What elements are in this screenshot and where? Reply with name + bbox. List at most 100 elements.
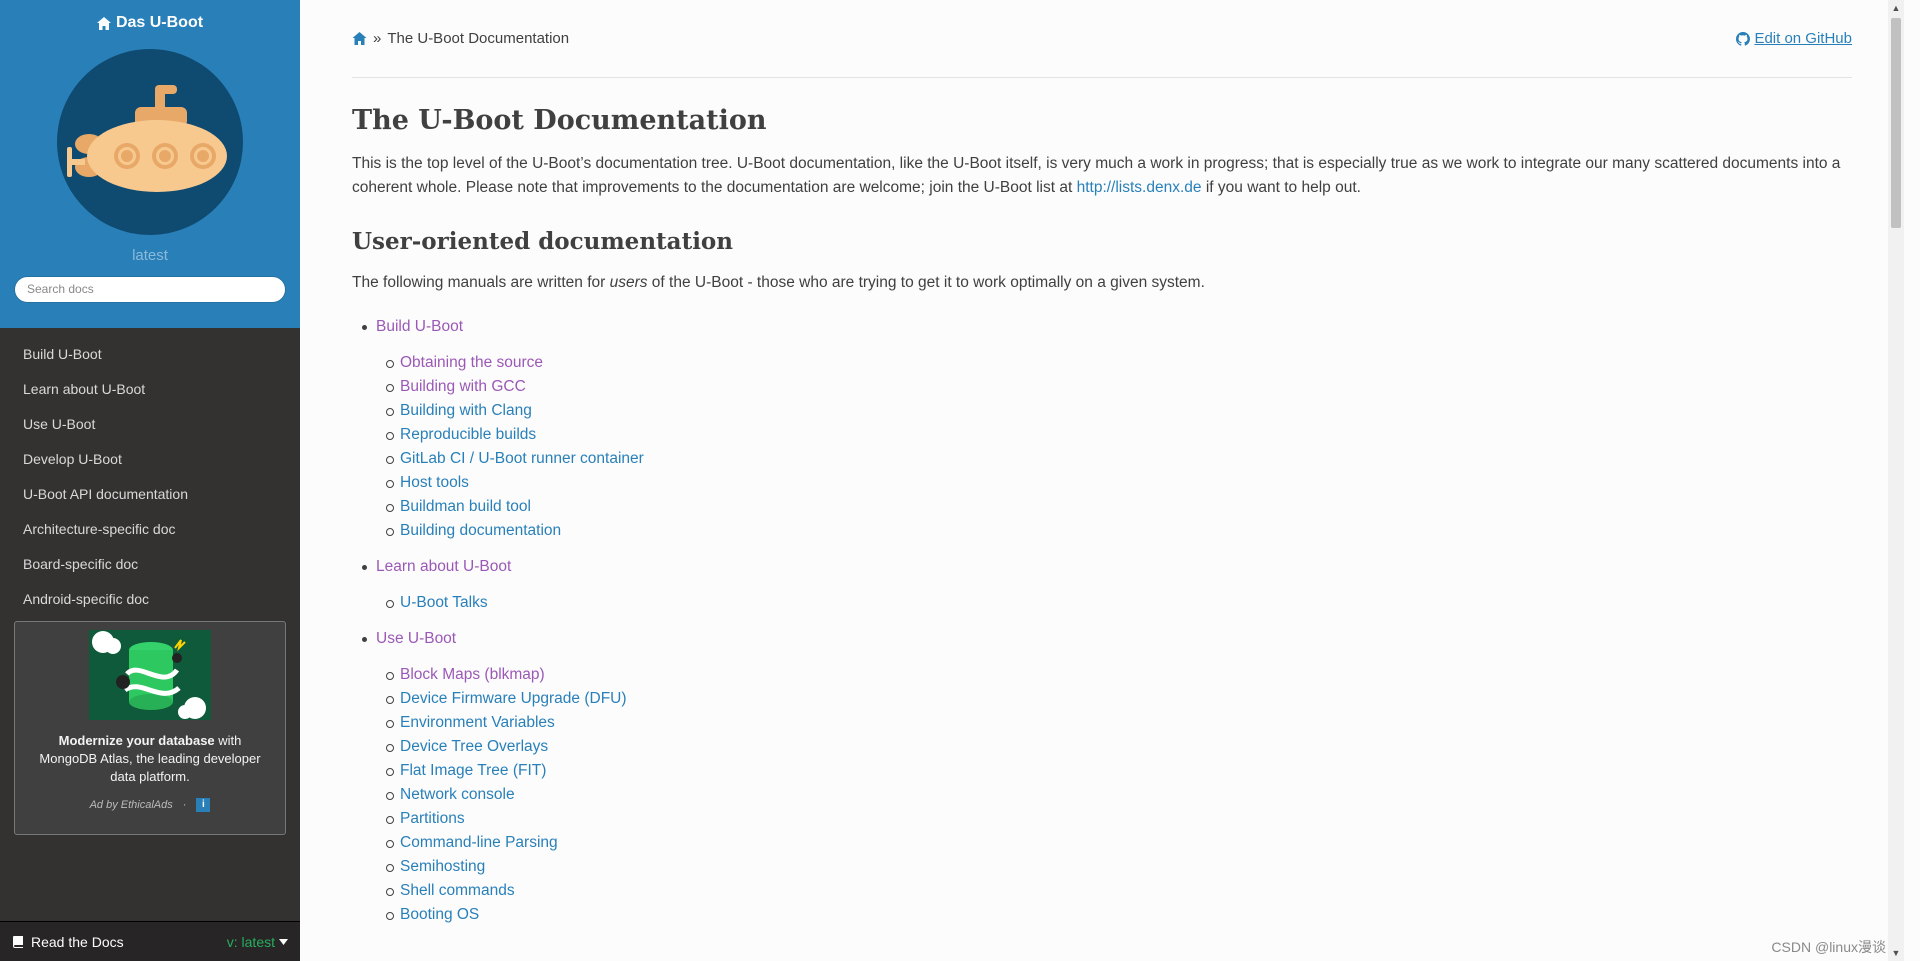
project-title-link[interactable]: Das U-Boot bbox=[96, 14, 203, 32]
toc-subitem-link[interactable]: Device Tree Overlays bbox=[400, 738, 548, 755]
sidebar-header: Das U-Boot latest Search docs bbox=[0, 0, 300, 328]
ad-separator: · bbox=[182, 799, 187, 811]
toc-subitem-link[interactable]: Obtaining the source bbox=[400, 354, 543, 371]
toc-section-link[interactable]: Build U-Boot bbox=[376, 315, 1852, 339]
breadcrumb-separator: » bbox=[373, 30, 382, 47]
section-text-1: The following manuals are written for bbox=[352, 274, 610, 291]
toc-subitem: Building with GCC bbox=[376, 375, 1852, 399]
rtd-version: v: latest bbox=[226, 933, 275, 950]
breadcrumb-trail: » The U-Boot Documentation bbox=[352, 30, 569, 47]
toc-sublist: Block Maps (blkmap) Device Firmware Upgra… bbox=[376, 663, 1852, 927]
main-content: » The U-Boot Documentation Edit on GitHu… bbox=[300, 0, 1904, 961]
intro-text-2: if you want to help out. bbox=[1201, 179, 1361, 196]
breadcrumb-home-icon[interactable] bbox=[352, 32, 367, 45]
toc-subitem-link[interactable]: Shell commands bbox=[400, 882, 515, 899]
toc-sublist: Obtaining the source Building with GCC Bui… bbox=[376, 351, 1852, 543]
sidebar-nav-item[interactable]: Develop U-Boot bbox=[0, 447, 300, 471]
mailing-list-link[interactable]: http://lists.denx.de bbox=[1077, 179, 1202, 196]
search-input[interactable] bbox=[14, 275, 286, 303]
section-emphasis: users bbox=[609, 274, 648, 291]
edit-on-github-label: Edit on GitHub bbox=[1754, 30, 1852, 47]
sidebar-nav-item[interactable]: Use U-Boot bbox=[0, 412, 300, 436]
edit-on-github-link[interactable]: Edit on GitHub bbox=[1736, 30, 1852, 47]
toc-subitem-link[interactable]: Reproducible builds bbox=[400, 426, 536, 443]
rtd-version-toggle[interactable]: v: latest bbox=[227, 934, 288, 950]
section-text-2: of the U-Boot - those who are trying to … bbox=[647, 274, 1205, 291]
sidebar: Das U-Boot latest Search docs Build U-Bo… bbox=[0, 0, 300, 961]
toc-subitem-link[interactable]: Semihosting bbox=[400, 858, 485, 875]
ad-by-link[interactable]: Ad by EthicalAds bbox=[90, 799, 173, 811]
sidebar-nav-item[interactable]: Android-specific doc bbox=[0, 587, 300, 611]
toc-subitem-link[interactable]: Device Firmware Upgrade (DFU) bbox=[400, 690, 627, 707]
toc-subitem: Device Firmware Upgrade (DFU) bbox=[376, 687, 1852, 711]
breadcrumb-current: The U-Boot Documentation bbox=[387, 30, 570, 47]
toc-subitem: Command-line Parsing bbox=[376, 831, 1852, 855]
section-intro-paragraph: The following manuals are written for us… bbox=[352, 271, 1852, 295]
scroll-up-arrow-icon[interactable]: ▲ bbox=[1888, 0, 1904, 16]
intro-paragraph: This is the top level of the U-Boot’s do… bbox=[352, 152, 1852, 200]
toc-subitem-link[interactable]: Block Maps (blkmap) bbox=[400, 666, 545, 683]
toc-subitem: Booting OS bbox=[376, 903, 1852, 927]
toc-subitem-link[interactable]: Booting OS bbox=[400, 906, 479, 923]
page-scrollbar[interactable]: ▲ ▼ bbox=[1888, 0, 1904, 961]
breadcrumb: » The U-Boot Documentation Edit on GitHu… bbox=[352, 0, 1852, 78]
ethical-ad[interactable]: Modernize your database with MongoDB Atl… bbox=[14, 621, 286, 835]
toc-section-link[interactable]: Use U-Boot bbox=[376, 627, 1852, 651]
scroll-down-arrow-icon[interactable]: ▼ bbox=[1888, 945, 1904, 961]
rtd-label-group: Read the Docs bbox=[12, 934, 124, 950]
ad-meta: Ad by EthicalAds · i bbox=[15, 798, 285, 812]
toc-subitem: Flat Image Tree (FIT) bbox=[376, 759, 1852, 783]
csdn-watermark: CSDN @linux漫谈 bbox=[1771, 939, 1886, 955]
toc-subitem-link[interactable]: GitLab CI / U-Boot runner container bbox=[400, 450, 644, 467]
sidebar-nav-item[interactable]: Architecture-specific doc bbox=[0, 517, 300, 541]
toc-subitem-link[interactable]: Partitions bbox=[400, 810, 465, 827]
ad-text[interactable]: Modernize your database with MongoDB Atl… bbox=[15, 720, 285, 786]
rtd-label: Read the Docs bbox=[31, 933, 124, 950]
toc-subitem: Obtaining the source bbox=[376, 351, 1852, 375]
toc-subitem-link[interactable]: Network console bbox=[400, 786, 515, 803]
toc-tree: Build U-Boot Obtaining the source Building… bbox=[352, 315, 1852, 927]
toc-subitem-link[interactable]: Host tools bbox=[400, 474, 469, 491]
toc-subitem: Buildman build tool bbox=[376, 495, 1852, 519]
toc-subitem-link[interactable]: Environment Variables bbox=[400, 714, 555, 731]
home-icon bbox=[96, 16, 111, 30]
toc-subitem-link[interactable]: U-Boot Talks bbox=[400, 594, 488, 611]
sidebar-nav-item[interactable]: Build U-Boot bbox=[0, 342, 300, 366]
toc-subitem: Network console bbox=[376, 783, 1852, 807]
toc-subitem-link[interactable]: Buildman build tool bbox=[400, 498, 531, 515]
project-logo[interactable] bbox=[57, 48, 243, 235]
toc-subitem: Building with Clang bbox=[376, 399, 1852, 423]
caret-down-icon bbox=[279, 938, 288, 945]
toc-subitem: Building documentation bbox=[376, 519, 1852, 543]
toc-subitem: Shell commands bbox=[376, 879, 1852, 903]
ad-image[interactable] bbox=[89, 630, 211, 720]
rtd-versions-bar[interactable]: Read the Docs v: latest bbox=[0, 921, 300, 961]
toc-subitem: Device Tree Overlays bbox=[376, 735, 1852, 759]
toc-subitem-link[interactable]: Building with Clang bbox=[400, 402, 532, 419]
sidebar-nav-item[interactable]: Board-specific doc bbox=[0, 552, 300, 576]
toc-section: Use U-Boot Block Maps (blkmap) Device Firm… bbox=[352, 627, 1852, 927]
toc-section: Learn about U-Boot U-Boot Talks bbox=[352, 555, 1852, 615]
toc-subitem-link[interactable]: Building documentation bbox=[400, 522, 561, 539]
toc-subitem: Reproducible builds bbox=[376, 423, 1852, 447]
ad-info-icon[interactable]: i bbox=[196, 798, 211, 812]
scrollbar-thumb[interactable] bbox=[1891, 18, 1901, 228]
ad-text-bold: Modernize your database bbox=[58, 733, 215, 748]
mongodb-ad-illustration-icon bbox=[89, 630, 211, 720]
toc-subitem-link[interactable]: Building with GCC bbox=[400, 378, 526, 395]
toc-section-link[interactable]: Learn about U-Boot bbox=[376, 555, 1852, 579]
sidebar-nav-item[interactable]: Learn about U-Boot bbox=[0, 377, 300, 401]
toc-subitem: U-Boot Talks bbox=[376, 591, 1852, 615]
toc-subitem-link[interactable]: Flat Image Tree (FIT) bbox=[400, 762, 546, 779]
sidebar-nav-item[interactable]: U-Boot API documentation bbox=[0, 482, 300, 506]
page-title: The U-Boot Documentation bbox=[352, 105, 767, 136]
section-title-user-docs: User-oriented documentation bbox=[352, 228, 733, 255]
toc-subitem: Semihosting bbox=[376, 855, 1852, 879]
toc-subitem-link[interactable]: Command-line Parsing bbox=[400, 834, 558, 851]
toc-subitem: Partitions bbox=[376, 807, 1852, 831]
sidebar-nav: Build U-Boot Learn about U-Boot Use U-Boot… bbox=[0, 342, 300, 646]
version-label: latest bbox=[132, 246, 168, 264]
toc-subitem: Block Maps (blkmap) bbox=[376, 663, 1852, 687]
toc-sublist: U-Boot Talks bbox=[376, 591, 1852, 615]
toc-subitem: Host tools bbox=[376, 471, 1852, 495]
